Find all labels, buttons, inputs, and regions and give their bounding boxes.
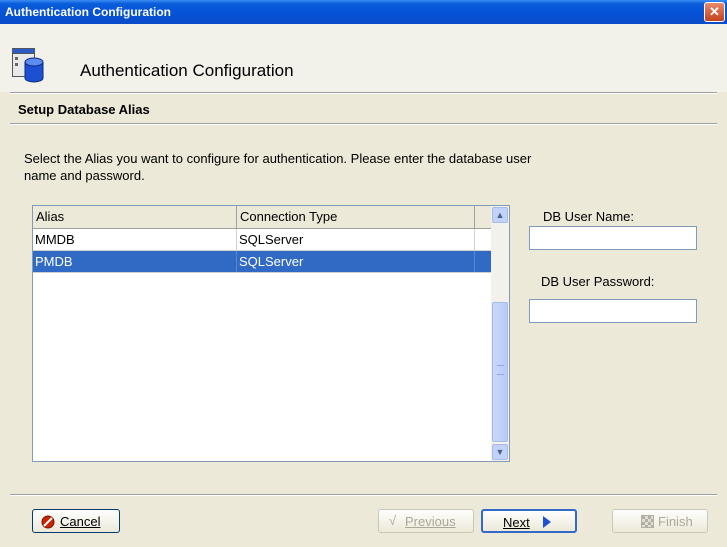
list-row-mmdb[interactable]: MMDB SQLServer — [33, 229, 491, 251]
footer-divider — [10, 494, 717, 496]
scroll-thumb[interactable] — [492, 302, 508, 442]
list-row-pmdb[interactable]: PMDB SQLServer — [33, 251, 491, 273]
previous-check-icon: √ — [389, 513, 397, 528]
db-user-name-input[interactable] — [529, 226, 697, 250]
header-title: Authentication Configuration — [80, 61, 294, 80]
alias-cell: MMDB — [33, 229, 237, 250]
alias-list[interactable]: Alias Connection Type MMDB SQLServer PMD… — [32, 205, 510, 462]
scroll-up-button[interactable]: ▲ — [492, 207, 508, 223]
title-bar[interactable]: Authentication Configuration ✕ — [0, 0, 727, 24]
connection-type-cell: SQLServer — [237, 229, 475, 250]
scroll-down-button[interactable]: ▼ — [492, 444, 508, 460]
window-title: Authentication Configuration — [5, 5, 171, 19]
db-user-name-label: DB User Name: — [543, 209, 635, 224]
scroll-grip-icon — [497, 365, 504, 375]
step-description: Select the Alias you want to configure f… — [24, 151, 532, 183]
step-title: Setup Database Alias — [18, 102, 150, 117]
cancel-label: Cancel — [60, 514, 101, 529]
cancel-button[interactable]: Cancel — [32, 509, 120, 533]
wizard-header: Authentication Configuration — [0, 24, 727, 92]
list-header: Alias Connection Type — [33, 206, 491, 229]
step-divider — [10, 123, 717, 125]
column-header-connection-type[interactable]: Connection Type — [237, 206, 475, 228]
finish-button[interactable]: Finish — [612, 509, 708, 533]
alias-cell: PMDB — [33, 251, 237, 272]
vertical-scrollbar[interactable]: ▲ ▼ — [491, 206, 509, 461]
next-arrow-icon — [543, 516, 551, 528]
next-button[interactable]: Next — [481, 509, 577, 533]
db-user-password-input[interactable] — [529, 299, 697, 323]
cancel-icon — [41, 515, 55, 529]
finish-label: Finish — [658, 514, 693, 529]
column-header-alias[interactable]: Alias — [33, 206, 237, 228]
previous-label: Previous — [405, 514, 456, 529]
close-button[interactable]: ✕ — [704, 2, 725, 22]
header-divider — [10, 92, 717, 94]
database-config-icon — [12, 48, 44, 83]
previous-button[interactable]: √ Previous — [378, 509, 474, 533]
finish-flag-icon — [641, 515, 654, 528]
connection-type-cell: SQLServer — [237, 251, 475, 272]
close-icon: ✕ — [709, 4, 720, 19]
db-user-password-label: DB User Password: — [541, 274, 655, 289]
next-label: Next — [503, 515, 530, 530]
